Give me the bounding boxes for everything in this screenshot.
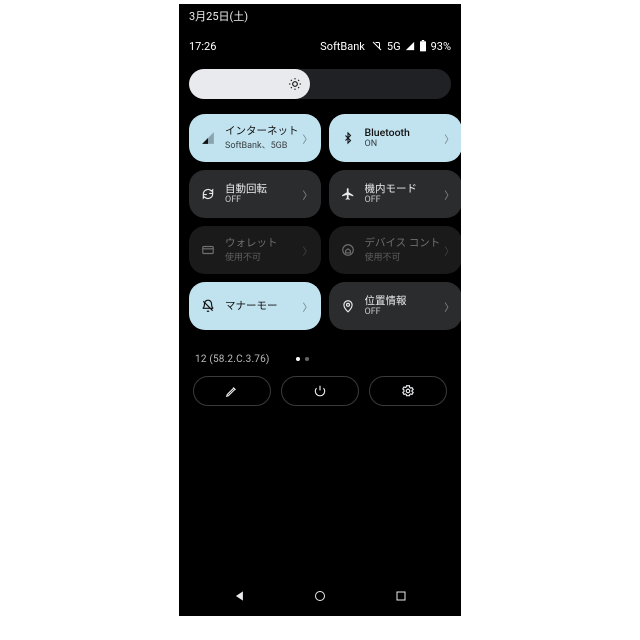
settings-button[interactable]: [369, 376, 447, 406]
tile-subtitle: 使用不可: [365, 250, 441, 263]
nav-recent[interactable]: [381, 586, 421, 606]
tile-subtitle: OFF: [225, 195, 299, 205]
tile-location[interactable]: 位置情報OFF〉: [329, 282, 462, 330]
tile-title: 機内モード: [365, 183, 441, 196]
tile-title: 位置情報: [365, 295, 441, 308]
tile-subtitle: OFF: [365, 307, 441, 317]
chevron-right-icon: 〉: [444, 187, 454, 202]
pin-icon: [339, 297, 357, 315]
build-label: 12 (58.2.C.3.76): [195, 354, 270, 365]
home-icon: [339, 241, 357, 259]
tile-title: Bluetooth: [365, 127, 441, 140]
date-label: 3月25日(土): [189, 8, 248, 24]
nav-back[interactable]: [220, 586, 260, 606]
chevron-right-icon: 〉: [303, 131, 313, 146]
tile-title: インターネット: [225, 125, 299, 138]
footer-buttons: [189, 376, 451, 406]
signal-icon: [405, 41, 415, 51]
brightness-icon: [288, 77, 302, 91]
bt-icon: [339, 129, 357, 147]
status-battery: 93%: [431, 40, 451, 53]
status-right: SoftBank 5G 93%: [320, 40, 451, 53]
tile-title: デバイス コント: [365, 237, 441, 250]
status-network: 5G: [387, 40, 401, 53]
chevron-right-icon: 〉: [303, 243, 313, 258]
tile-rotate[interactable]: 自動回転OFF 〉: [189, 170, 321, 218]
tile-title: マナーモー: [225, 300, 299, 313]
quick-settings-grid: インターネットSoftBank、5GB〉BluetoothON〉自動回転OFF〉…: [189, 114, 451, 330]
brightness-slider[interactable]: [189, 66, 451, 102]
tile-subtitle: OFF: [365, 195, 441, 205]
tile-subtitle: ON: [365, 139, 441, 149]
plane-icon: [339, 185, 357, 203]
tile-title: ウォレット: [225, 237, 299, 250]
chevron-right-icon: 〉: [303, 299, 313, 314]
battery-icon: [419, 40, 427, 52]
bell-off-icon: [199, 297, 217, 315]
nav-bar: [179, 582, 461, 610]
chevron-right-icon: 〉: [444, 299, 454, 314]
edit-button[interactable]: [193, 376, 271, 406]
tile-device: デバイス コント使用不可〉: [329, 226, 462, 274]
card-icon: [199, 241, 217, 259]
tile-dnd[interactable]: マナーモー〉: [189, 282, 321, 330]
chevron-right-icon: 〉: [444, 131, 454, 146]
power-button[interactable]: [281, 376, 359, 406]
vibrate-icon: [371, 40, 383, 52]
tile-internet[interactable]: インターネットSoftBank、5GB 〉: [189, 114, 321, 162]
phone-screen: 3月25日(土) 17:26 SoftBank 5G 93% インターネットSo…: [179, 4, 461, 616]
page-indicator: [296, 357, 309, 361]
tile-title: 自動回転: [225, 183, 299, 196]
tile-subtitle: 使用不可: [225, 250, 299, 263]
rotate-icon: [199, 185, 217, 203]
tile-wallet: ウォレット使用不可〉: [189, 226, 321, 274]
status-bar: 17:26 SoftBank 5G 93%: [179, 36, 461, 56]
status-time: 17:26: [189, 40, 216, 53]
status-carrier: SoftBank: [320, 40, 365, 53]
tile-airplane[interactable]: 機内モードOFF〉: [329, 170, 462, 218]
chevron-right-icon: 〉: [303, 187, 313, 202]
nav-home[interactable]: [300, 586, 340, 606]
chevron-right-icon: 〉: [444, 243, 454, 258]
tile-bluetooth[interactable]: BluetoothON〉: [329, 114, 462, 162]
tile-subtitle: SoftBank、5GB: [225, 138, 299, 151]
signal-icon: [199, 129, 217, 147]
